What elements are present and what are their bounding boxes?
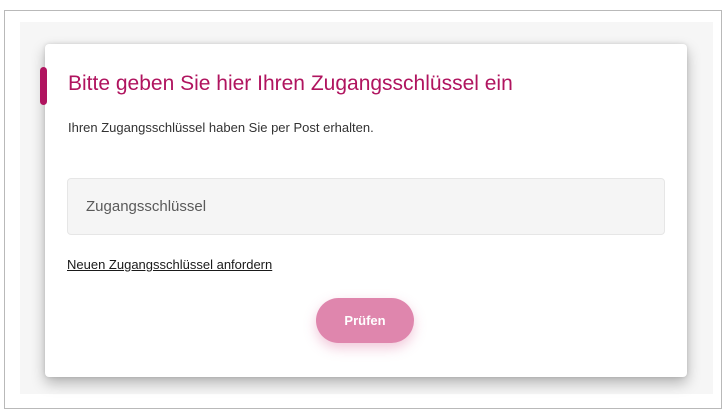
request-new-key-link[interactable]: Neuen Zugangsschlüssel anfordern <box>67 257 272 272</box>
dialog-subtitle: Ihren Zugangsschlüssel haben Sie per Pos… <box>68 120 374 135</box>
access-key-input[interactable] <box>67 178 665 235</box>
title-accent-bar <box>40 67 47 105</box>
dialog-title: Bitte geben Sie hier Ihren Zugangsschlüs… <box>68 72 513 95</box>
check-button[interactable]: Prüfen <box>316 298 414 343</box>
